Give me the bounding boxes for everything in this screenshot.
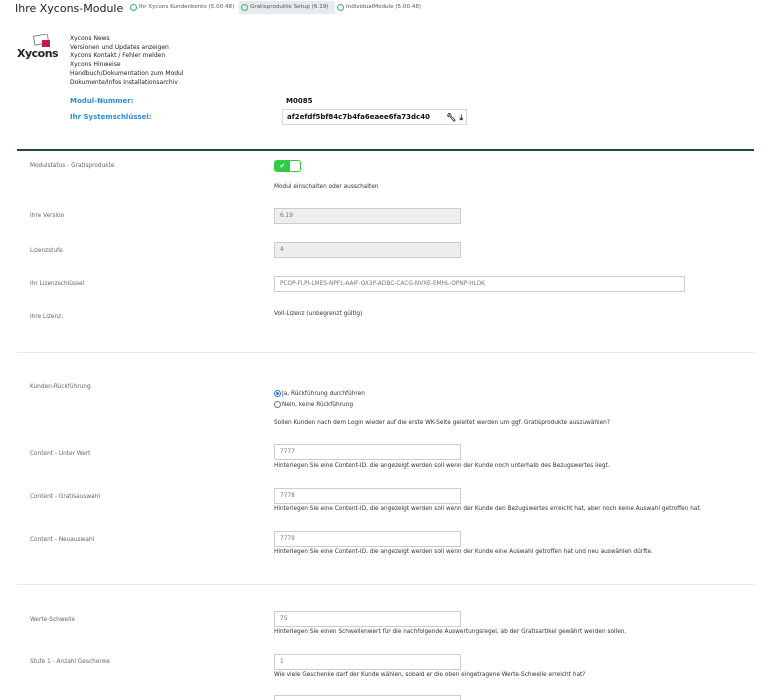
news-links: Xycons News Versionen und Updates anzeig… (70, 35, 184, 87)
radio-return-yes[interactable]: Ja, Rückführung durchführen (274, 390, 365, 397)
content-choice-help: Hinterlegen Sie eine Content-ID, die ang… (274, 506, 702, 512)
license-level-field: 4 (274, 242, 461, 258)
tab-kundenkonto[interactable]: Ihr Xycons Kundenkonto (5.00.48) (128, 1, 234, 14)
wrench-icon[interactable]: 🔧︎ (446, 111, 456, 125)
content-choice-field[interactable]: 7778 (274, 488, 461, 504)
content-below-field[interactable]: 7777 (274, 444, 461, 460)
content-new-field[interactable]: 7779 (274, 531, 461, 547)
license-level-label: Lizenzstufe (30, 248, 63, 254)
content-new-help: Hinterlegen Sie eine Content-ID, die ang… (274, 549, 653, 555)
circle-icon (130, 4, 137, 11)
step1-field[interactable]: 1 (274, 654, 461, 670)
module-number-label: Modul-Nummer: (70, 97, 134, 105)
link-versions[interactable]: Versionen und Updates anzeigen (70, 44, 184, 53)
next-field[interactable] (274, 695, 461, 700)
version-label: Ihre Version (30, 213, 65, 219)
system-key-value: af2efdf5bf84c7b4fa6eaee6fa73dc40 (287, 113, 430, 121)
license-value: Voll-Lizenz (unbegrenzt gültig) (274, 311, 363, 317)
top-bar: Ihre Xycons-Module Ihr Xycons Kundenkont… (0, 0, 774, 15)
radio-button[interactable] (274, 401, 281, 408)
threshold-field[interactable]: 75 (274, 611, 461, 627)
customer-return-help: Sollen Kunden nach dem Login wieder auf … (274, 420, 610, 426)
radio-button[interactable] (274, 390, 281, 397)
xycons-logo: Xycons (15, 34, 70, 62)
check-icon: ✔ (275, 161, 290, 171)
download-icon[interactable]: ⤓ (459, 111, 463, 125)
section-divider (17, 352, 754, 353)
module-status-toggle[interactable]: ✔ (274, 160, 301, 172)
module-number-value: M0085 (282, 94, 316, 108)
tab-individualmodule[interactable]: IndividualModule (5.00.48) (335, 1, 421, 14)
customer-return-label: Kunden-Rückführung (30, 384, 91, 390)
link-archive[interactable]: Dokumente/Infos Installationsarchiv (70, 79, 184, 88)
license-label: Ihre Lizenz: (30, 314, 64, 320)
threshold-help: Hinterlegen Sie einen Schwellenwert für … (274, 629, 627, 635)
radio-label: Ja, Rückführung durchführen (282, 390, 365, 397)
version-field: 6.19 (274, 208, 461, 224)
step1-label: Stufe 1 - Anzahl Geschenke (30, 659, 110, 665)
link-manual[interactable]: Handbuch/Dokumentation zum Modul (70, 70, 184, 79)
system-key-label: Ihr Systemschlüssel: (70, 113, 152, 121)
link-news[interactable]: Xycons News (70, 35, 184, 44)
link-contact[interactable]: Xycons Kontakt / Fehler melden (70, 52, 184, 61)
tab-label: Ihr Xycons Kundenkonto (5.00.48) (139, 4, 235, 10)
radio-return-no[interactable]: Nein, keine Rückführung (274, 401, 353, 408)
logo-icon (32, 34, 50, 47)
circle-icon (337, 4, 344, 11)
step1-help: Wie viele Geschenke darf der Kunde wähle… (274, 672, 586, 678)
content-choice-label: Content - Gratisauswahl (30, 494, 100, 500)
system-key-field: af2efdf5bf84c7b4fa6eaee6fa73dc40 🔧︎ ⤓ (282, 109, 467, 125)
header-divider (17, 149, 754, 151)
circle-icon (241, 4, 248, 11)
content-below-label: Content - Unter Wert (30, 451, 91, 457)
tab-label: IndividualModule (5.00.48) (346, 4, 422, 10)
logo-text: Xycons (17, 47, 59, 60)
content-below-help: Hinterlegen Sie eine Content-ID, die ang… (274, 463, 610, 469)
module-status-label: Modulstatus - Gratisprodukte (30, 163, 115, 169)
link-hints[interactable]: Xycons Hinweise (70, 61, 184, 70)
tab-gratisprodukte[interactable]: Gratisprodukte Setup (6.19) (239, 1, 335, 14)
radio-label: Nein, keine Rückführung (282, 401, 354, 408)
threshold-label: Werte-Schwelle (30, 617, 75, 623)
module-status-help: Modul einschalten oder ausschalten (274, 184, 379, 190)
content-new-label: Content - Neuauswahl (30, 537, 95, 543)
section-divider (17, 584, 754, 585)
license-key-field[interactable]: PCOP-FLPI-LMES-NPFL-AAIF-OX3P-ADBC-CACG-… (274, 276, 685, 292)
license-key-label: Ihr Lizenzschlüssel (30, 281, 85, 287)
tab-label: Gratisprodukte Setup (6.19) (250, 4, 329, 10)
page-title: Ihre Xycons-Module (15, 2, 124, 15)
